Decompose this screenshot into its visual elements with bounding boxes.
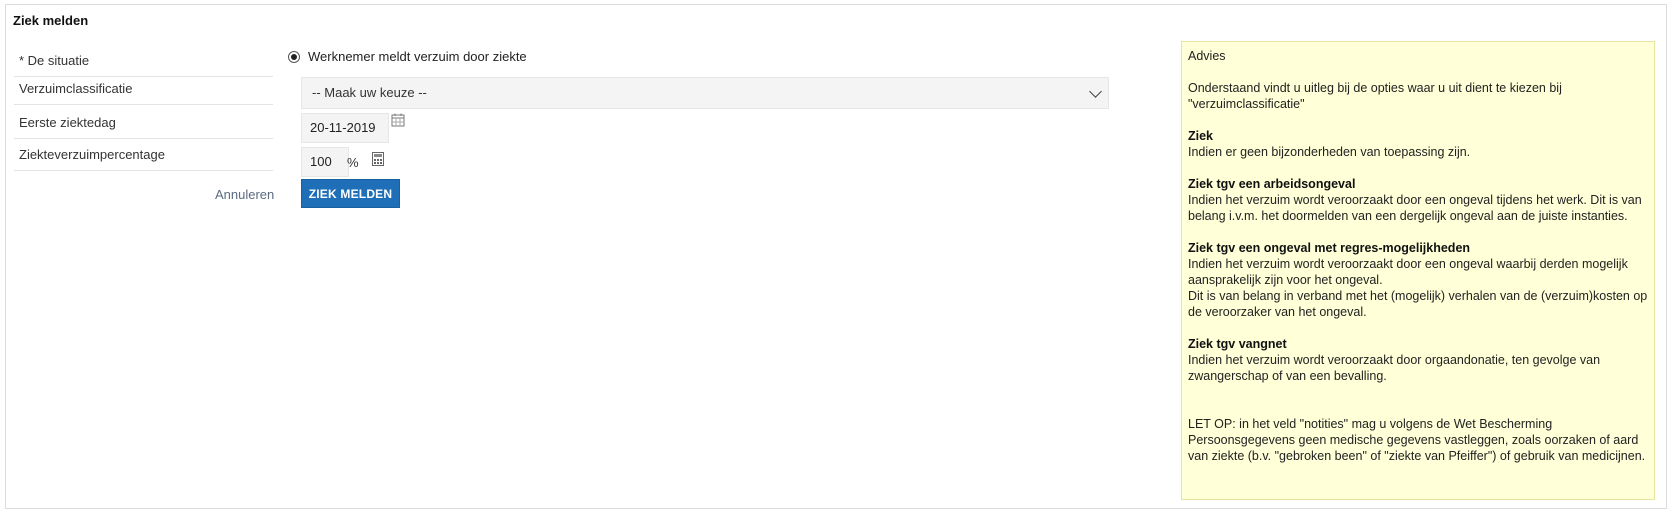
advice-note: LET OP: in het veld "notities" mag u vol… <box>1188 417 1646 463</box>
situatie-option-label: Werknemer meldt verzuim door ziekte <box>308 49 527 64</box>
advice-item-title: Ziek tgv een ongeval met regres-mogelijk… <box>1188 241 1471 255</box>
advice-intro: Onderstaand vindt u uitleg bij de opties… <box>1188 81 1562 111</box>
percent-unit: % <box>347 155 359 170</box>
calendar-icon[interactable] <box>391 113 405 130</box>
ziekteverzuimpercentage-input[interactable]: 100 <box>301 147 349 177</box>
advice-item-text: Indien er geen bijzonderheden van toepas… <box>1188 145 1471 159</box>
page-title: Ziek melden <box>13 13 89 28</box>
advice-item-text: Indien het verzuim wordt veroorzaakt doo… <box>1188 257 1628 287</box>
chevron-down-icon <box>1089 85 1102 98</box>
situatie-radio-option[interactable]: Werknemer meldt verzuim door ziekte <box>288 49 527 64</box>
eerste-ziektedag-input[interactable]: 20-11-2019 <box>301 113 389 143</box>
advice-panel: Advies Onderstaand vindt u uitleg bij de… <box>1181 41 1655 500</box>
select-value: -- Maak uw keuze -- <box>312 85 427 100</box>
advice-item: Ziek Indien er geen bijzonderheden van t… <box>1188 128 1648 160</box>
advice-item-text-2: Dit is van belang in verband met het (mo… <box>1188 289 1648 319</box>
cancel-link[interactable]: Annuleren <box>215 187 274 202</box>
radio-button-selected[interactable] <box>288 50 300 63</box>
advice-item-text: Indien het verzuim wordt veroorzaakt doo… <box>1188 353 1601 383</box>
advice-item-title: Ziek tgv een arbeidsongeval <box>1188 177 1356 191</box>
advice-heading: Advies <box>1188 49 1226 63</box>
advice-item-title: Ziek tgv vangnet <box>1188 337 1287 351</box>
calculator-icon[interactable] <box>372 152 384 169</box>
ziek-melden-button[interactable]: ZIEK MELDEN <box>301 179 400 208</box>
label-verzuimclassificatie: Verzuimclassificatie <box>14 73 273 105</box>
label-eerste-ziektedag: Eerste ziektedag <box>14 107 273 139</box>
verzuimclassificatie-select[interactable]: -- Maak uw keuze -- <box>301 77 1109 109</box>
advice-item: Ziek tgv vangnet Indien het verzuim word… <box>1188 336 1648 384</box>
advice-item-title: Ziek <box>1188 129 1214 143</box>
advice-item-text: Indien het verzuim wordt veroorzaakt doo… <box>1188 193 1642 223</box>
advice-item: Ziek tgv een arbeidsongeval Indien het v… <box>1188 176 1648 224</box>
advice-item: Ziek tgv een ongeval met regres-mogelijk… <box>1188 240 1648 320</box>
label-ziekteverzuimpercentage: Ziekteverzuimpercentage <box>14 139 273 171</box>
ziek-melden-panel: Ziek melden * De situatie Verzuimclassif… <box>5 4 1667 509</box>
